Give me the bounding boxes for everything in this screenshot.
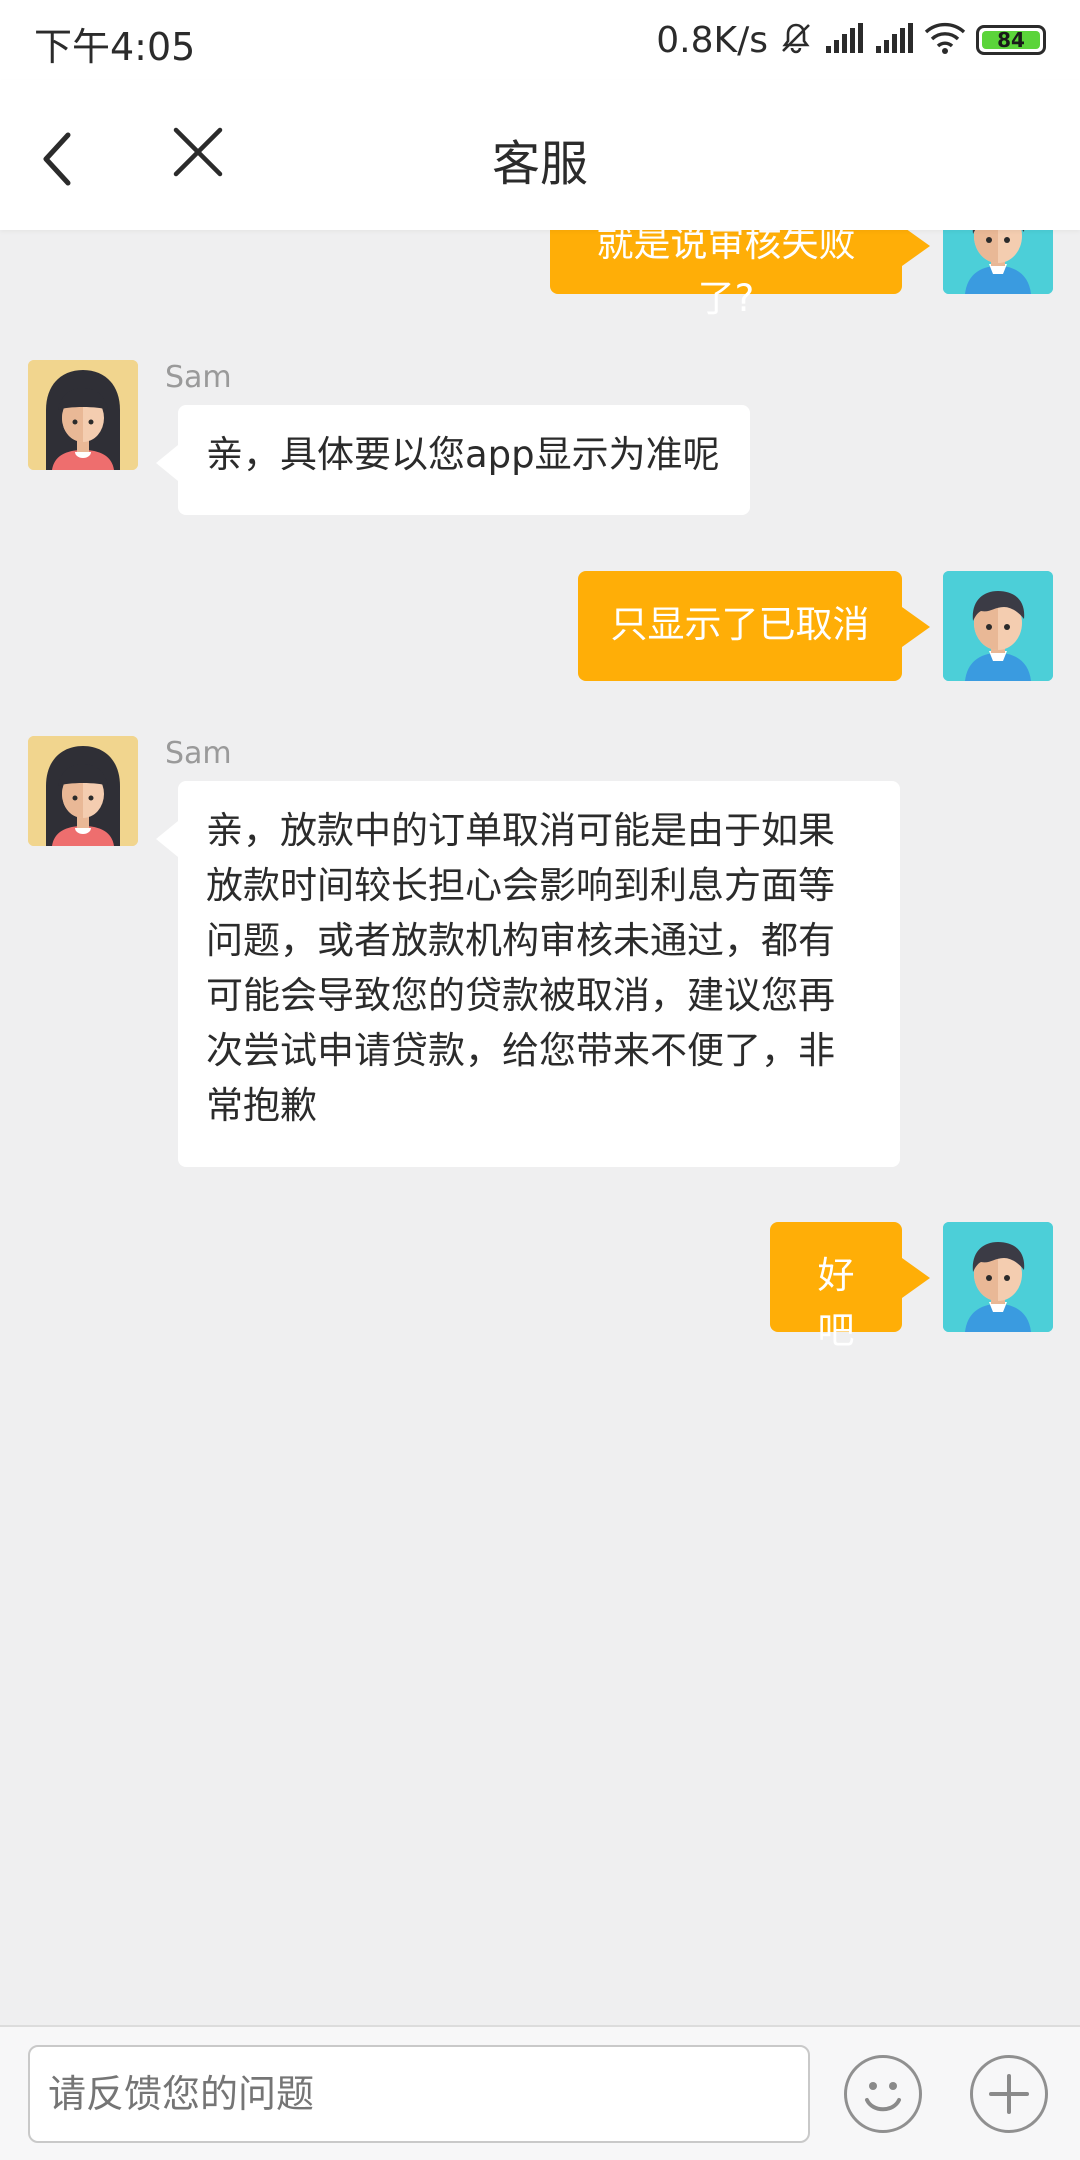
sender-name: Sam bbox=[165, 360, 232, 395]
plus-icon bbox=[989, 2074, 1029, 2114]
status-bar: 下午4:05 0.8K/s 84 bbox=[0, 0, 1080, 80]
message-text: 亲，具体要以您app显示为准呢 bbox=[206, 433, 720, 476]
feedback-input[interactable] bbox=[28, 2045, 810, 2143]
chat-area[interactable]: 就是说审核失败了? Sam 亲，具体要以您app显示为准呢 只显示了已取消 Sa… bbox=[0, 230, 1080, 2025]
message-line: 亲，放款中的订单取消可能是由于如果 bbox=[206, 809, 835, 852]
emoji-button[interactable] bbox=[844, 2055, 922, 2133]
user-message-bubble[interactable]: 好吧 bbox=[770, 1222, 930, 1352]
wifi-icon bbox=[924, 21, 966, 59]
network-speed: 0.8K/s bbox=[656, 19, 768, 61]
agent-avatar[interactable] bbox=[28, 360, 138, 470]
add-button[interactable] bbox=[970, 2055, 1048, 2133]
message-line: 次尝试申请贷款，给您带来不便了，非 bbox=[206, 1029, 835, 1072]
user-message-bubble[interactable]: 只显示了已取消 bbox=[578, 571, 930, 681]
user-avatar[interactable] bbox=[943, 1222, 1053, 1332]
sender-name: Sam bbox=[165, 736, 232, 771]
battery-level: 84 bbox=[997, 28, 1025, 52]
page-title: 客服 bbox=[491, 136, 588, 192]
user-message-bubble[interactable]: 就是说审核失败了? bbox=[550, 230, 930, 320]
user-avatar[interactable] bbox=[943, 230, 1053, 294]
agent-avatar[interactable] bbox=[28, 736, 138, 846]
agent-message-bubble[interactable]: 亲，放款中的订单取消可能是由于如果 放款时间较长担心会影响到利息方面等 问题，或… bbox=[156, 781, 900, 1167]
status-icons: 0.8K/s 84 bbox=[656, 16, 1046, 64]
mute-icon bbox=[778, 20, 814, 60]
status-time: 下午4:05 bbox=[34, 25, 196, 69]
input-bar bbox=[0, 2025, 1080, 2160]
message-text: 只显示了已取消 bbox=[610, 603, 870, 646]
message-line: 放款时间较长担心会影响到利息方面等 bbox=[206, 864, 835, 907]
agent-message-bubble[interactable]: 亲，具体要以您app显示为准呢 bbox=[156, 405, 750, 515]
smiley-icon bbox=[865, 2082, 901, 2112]
signal-icon bbox=[874, 22, 914, 58]
signal-icon bbox=[824, 22, 864, 58]
user-avatar[interactable] bbox=[943, 571, 1053, 681]
message-line: 问题，或者放款机构审核未通过，都有 bbox=[206, 919, 835, 962]
battery-icon: 84 bbox=[976, 25, 1046, 55]
message-line: 常抱歉 bbox=[206, 1084, 317, 1127]
header-bar: 客服 bbox=[0, 80, 1080, 230]
message-text: 就是说审核失败了? bbox=[596, 230, 856, 320]
message-line: 可能会导致您的贷款被取消，建议您再 bbox=[206, 974, 835, 1017]
message-text: 好吧 bbox=[817, 1254, 855, 1352]
